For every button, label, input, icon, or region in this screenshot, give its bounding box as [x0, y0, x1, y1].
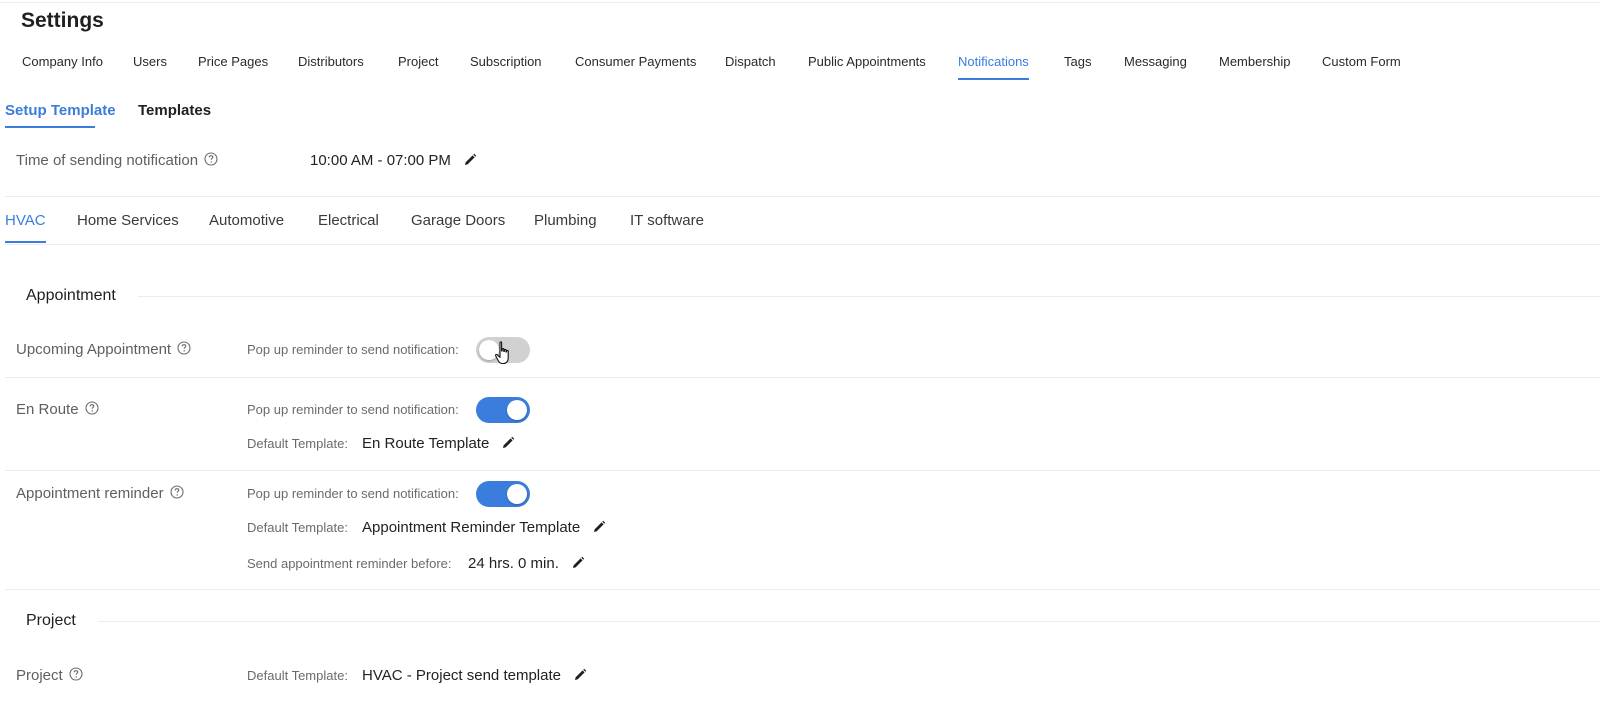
- project-template-wrap: HVAC - Project send template: [362, 667, 587, 685]
- en-route-row-label: En Route: [16, 401, 99, 419]
- sending-time-value: 10:00 AM - 07:00 PM: [310, 152, 451, 169]
- sending-time-label: Time of sending notification: [16, 152, 199, 169]
- tab-dispatch[interactable]: Dispatch: [725, 54, 776, 70]
- tab-consumer-payments[interactable]: Consumer Payments: [575, 54, 696, 70]
- project-template-value: HVAC - Project send template: [362, 667, 561, 684]
- tab-subscription[interactable]: Subscription: [470, 54, 542, 70]
- pencil-icon[interactable]: [592, 520, 606, 534]
- reminder-before-label: Send appointment reminder before:: [247, 556, 452, 571]
- tab-membership[interactable]: Membership: [1219, 54, 1291, 70]
- industry-tab-garage-doors[interactable]: Garage Doors: [411, 212, 505, 230]
- tab-notifications[interactable]: Notifications: [958, 54, 1029, 80]
- divider: [5, 470, 1600, 471]
- tab-messaging[interactable]: Messaging: [1124, 54, 1187, 70]
- subtab-setup-template[interactable]: Setup Template: [5, 102, 116, 128]
- tab-distributors[interactable]: Distributors: [298, 54, 364, 70]
- industry-tab-it-software[interactable]: IT software: [630, 212, 704, 230]
- en-route-template-value: En Route Template: [362, 435, 490, 452]
- pencil-icon[interactable]: [463, 153, 477, 167]
- reminder-popup-label: Pop up reminder to send notification:: [247, 486, 459, 501]
- upcoming-appointment-label: Upcoming Appointment: [16, 341, 172, 358]
- appointment-reminder-label: Appointment reminder: [16, 485, 164, 502]
- reminder-template-value: Appointment Reminder Template: [362, 519, 581, 536]
- hand-pointer-icon: [494, 341, 509, 365]
- divider: [5, 196, 1600, 197]
- appointment-reminder-row-label: Appointment reminder: [16, 485, 184, 503]
- divider: [5, 244, 1600, 245]
- industry-tab-electrical[interactable]: Electrical: [318, 212, 379, 230]
- reminder-template-wrap: Appointment Reminder Template: [362, 519, 606, 537]
- tab-tags[interactable]: Tags: [1064, 54, 1091, 70]
- industry-tab-automotive[interactable]: Automotive: [209, 212, 284, 230]
- tab-custom-form[interactable]: Custom Form: [1322, 54, 1401, 70]
- tab-price-pages[interactable]: Price Pages: [198, 54, 268, 70]
- en-route-template-wrap: En Route Template: [362, 435, 515, 453]
- pencil-icon[interactable]: [571, 556, 585, 570]
- tab-public-appointments[interactable]: Public Appointments: [808, 54, 926, 70]
- section-divider: [98, 621, 1600, 622]
- toggle-knob: [507, 400, 527, 420]
- question-circle-icon[interactable]: [177, 341, 191, 355]
- project-row-label: Project: [16, 667, 83, 685]
- section-title-appointment: Appointment: [26, 287, 116, 304]
- section-divider: [138, 296, 1600, 297]
- reminder-before-value: 24 hrs. 0 min.: [468, 555, 559, 572]
- question-circle-icon[interactable]: [170, 485, 184, 499]
- sending-time-row-label: Time of sending notification: [16, 152, 218, 170]
- page-title: Settings: [21, 9, 104, 32]
- en-route-label: En Route: [16, 401, 79, 418]
- toggle-knob: [507, 484, 527, 504]
- pencil-icon[interactable]: [573, 668, 587, 682]
- reminder-template-label: Default Template:: [247, 520, 348, 535]
- industry-tab-home-services[interactable]: Home Services: [77, 212, 179, 230]
- tab-users[interactable]: Users: [133, 54, 167, 70]
- en-route-template-label: Default Template:: [247, 436, 348, 451]
- section-title-project: Project: [26, 612, 76, 629]
- appointment-reminder-toggle[interactable]: [476, 481, 530, 507]
- en-route-toggle[interactable]: [476, 397, 530, 423]
- tab-company-info[interactable]: Company Info: [22, 54, 103, 70]
- en-route-popup-label: Pop up reminder to send notification:: [247, 402, 459, 417]
- divider: [5, 589, 1600, 590]
- subtab-templates[interactable]: Templates: [138, 102, 211, 120]
- industry-tab-plumbing[interactable]: Plumbing: [534, 212, 597, 230]
- pencil-icon[interactable]: [501, 436, 515, 450]
- upcoming-appointment-row-label: Upcoming Appointment: [16, 341, 191, 359]
- tab-project[interactable]: Project: [398, 54, 438, 70]
- upcoming-popup-label: Pop up reminder to send notification:: [247, 342, 459, 357]
- project-template-label: Default Template:: [247, 668, 348, 683]
- project-label: Project: [16, 667, 63, 684]
- divider: [5, 377, 1600, 378]
- reminder-before-wrap: 24 hrs. 0 min.: [468, 555, 585, 573]
- question-circle-icon[interactable]: [69, 667, 83, 681]
- question-circle-icon[interactable]: [84, 401, 99, 415]
- question-circle-icon[interactable]: [204, 152, 218, 166]
- industry-tab-hvac[interactable]: HVAC: [5, 212, 46, 243]
- sending-time-value-wrap: 10:00 AM - 07:00 PM: [310, 152, 477, 170]
- top-divider: [0, 2, 1600, 3]
